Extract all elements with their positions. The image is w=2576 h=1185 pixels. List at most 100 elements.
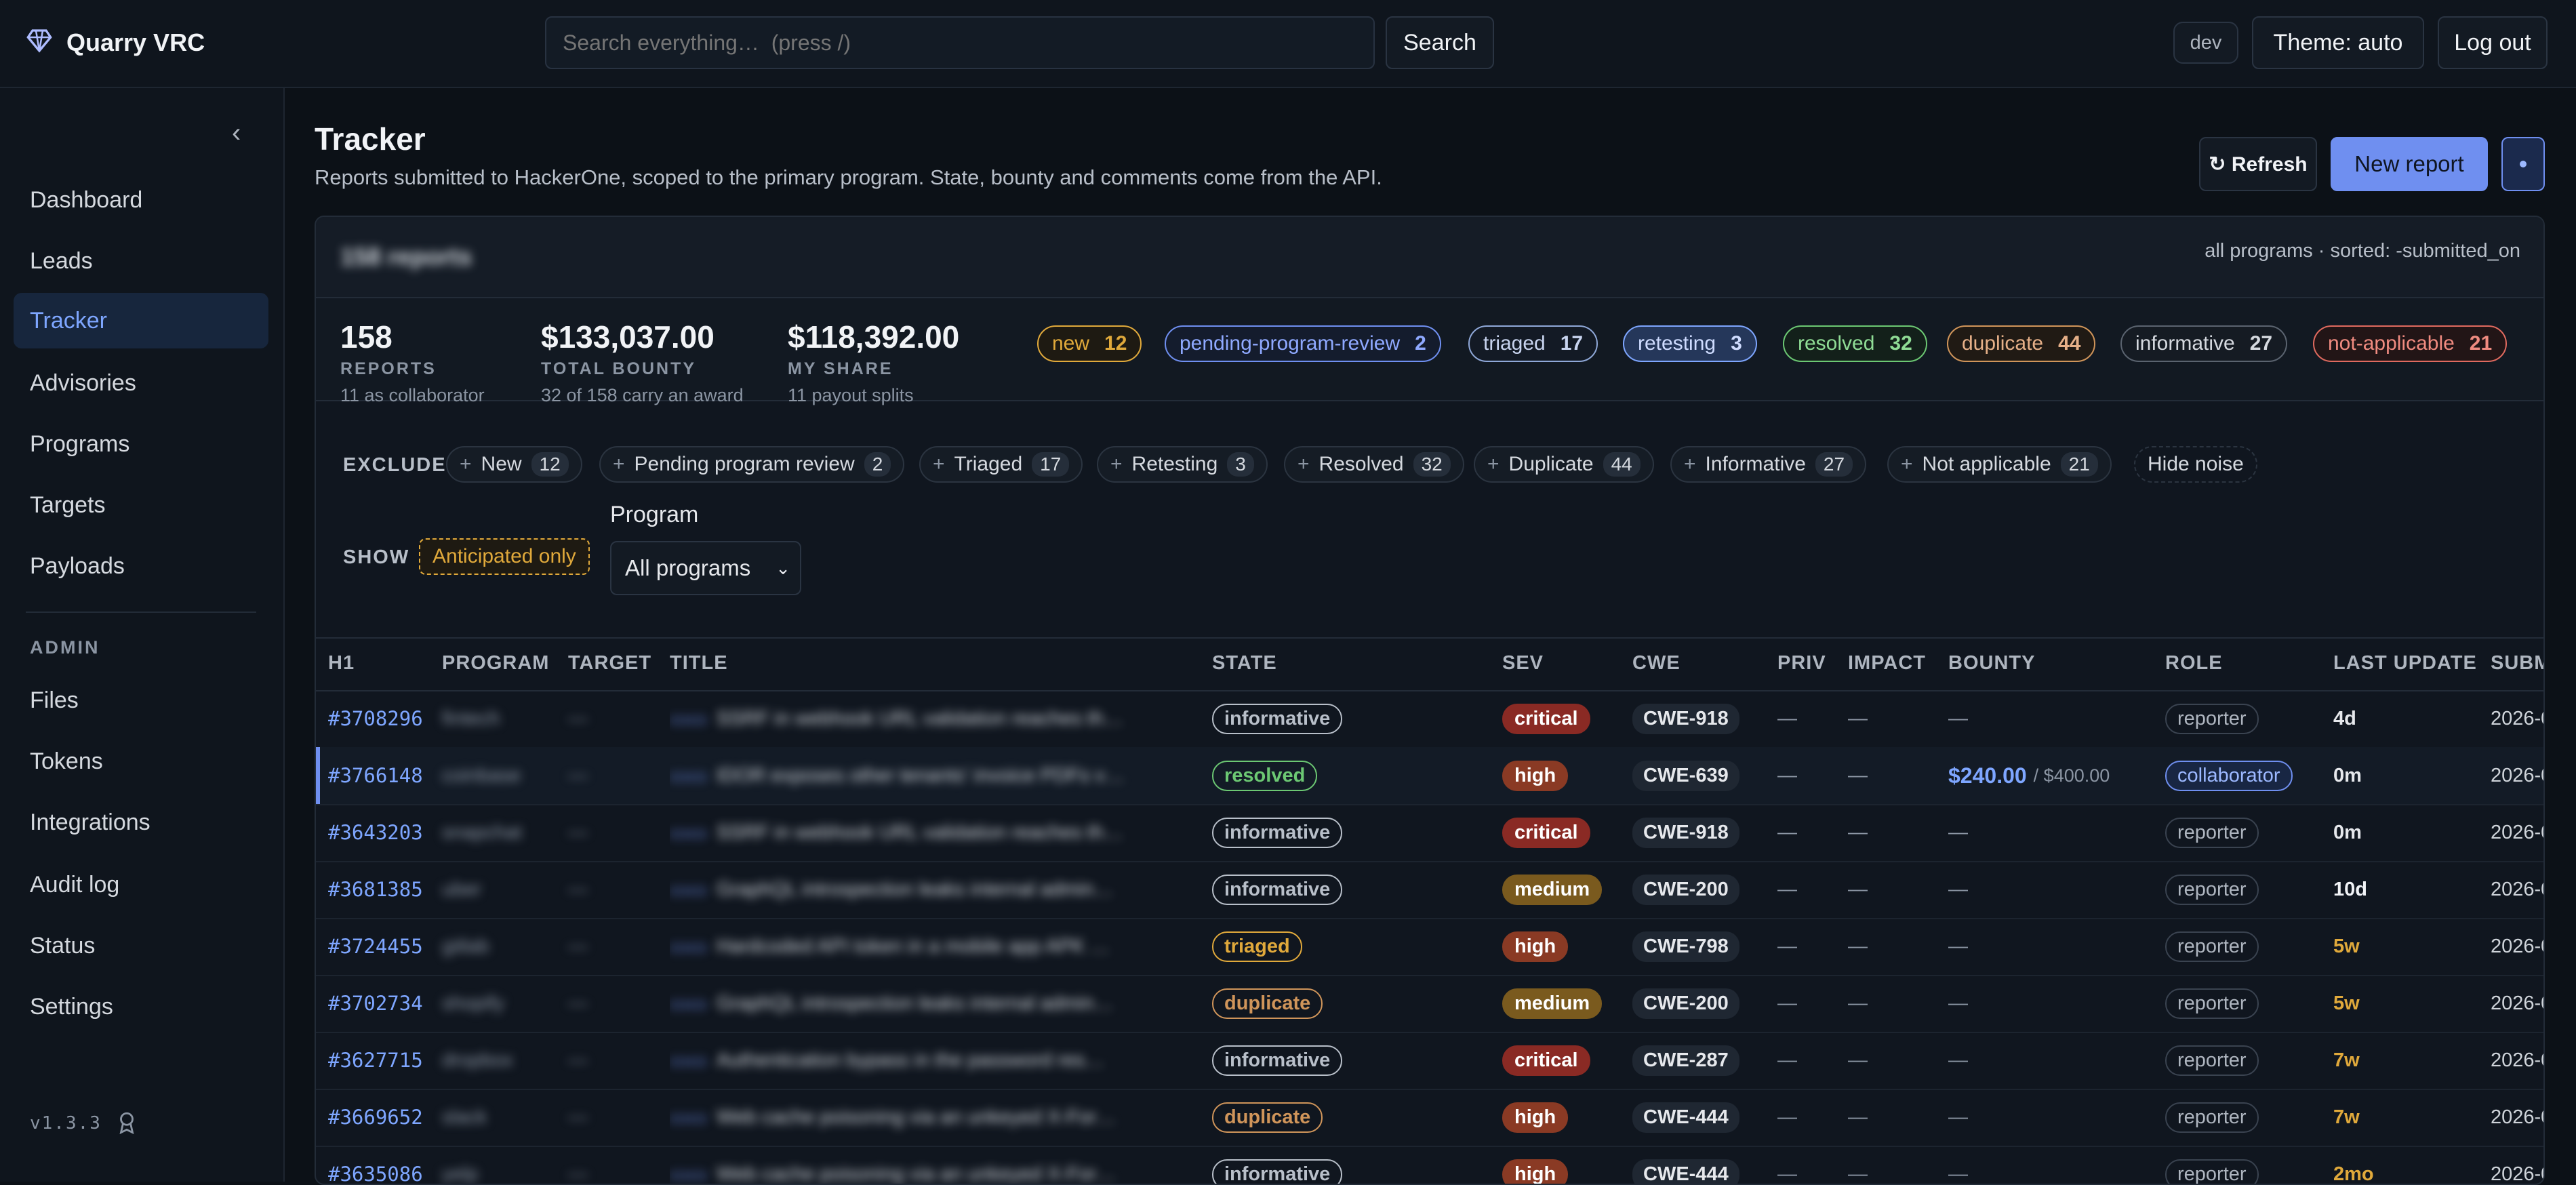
exclude-chip-not-applicable[interactable]: +Not applicable21 [1887, 446, 2112, 483]
sidebar-item-tracker[interactable]: Tracker [14, 293, 268, 348]
external-link-icon[interactable]: ▭▭ [670, 821, 707, 845]
col-submitted[interactable]: SUBMITTED [2491, 652, 2545, 675]
external-link-icon[interactable]: ▭▭ [670, 764, 707, 788]
state-pill-duplicate[interactable]: duplicate44 [1947, 325, 2095, 362]
col-impact[interactable]: IMPACT [1848, 652, 1926, 675]
col-cwe[interactable]: CWE [1632, 652, 1681, 675]
table-row[interactable]: #3724455gitlab—▭▭Hardcoded API token in … [316, 918, 2543, 976]
sidebar-item-audit-log[interactable]: Audit log [14, 857, 268, 912]
report-title-text[interactable]: Authentication bypass in the password re… [717, 1049, 1104, 1072]
report-id-link[interactable]: #3702734 [328, 975, 423, 1032]
report-title-text[interactable]: Web cache poisoning via an unkeyed X-For… [717, 1106, 1116, 1129]
external-link-icon[interactable]: ▭▭ [670, 1049, 707, 1072]
sidebar-item-advisories[interactable]: Advisories [14, 355, 268, 411]
col-role[interactable]: ROLE [2165, 652, 2223, 675]
anticipated-only-toggle[interactable]: Anticipated only [419, 538, 590, 575]
state-pill-not-applicable[interactable]: not-applicable21 [2313, 325, 2507, 362]
sidebar-item-targets[interactable]: Targets [14, 477, 268, 533]
col-priv[interactable]: PRIV [1777, 652, 1826, 675]
sidebar-item-leads[interactable]: Leads [14, 233, 268, 289]
table-row[interactable]: #3627715dropbox—▭▭Authentication bypass … [316, 1032, 2543, 1090]
badge-icon[interactable] [115, 1109, 138, 1138]
external-link-icon[interactable]: ▭▭ [670, 707, 707, 731]
exclude-chip-resolved[interactable]: +Resolved32 [1284, 446, 1464, 483]
search-input[interactable] [545, 16, 1375, 69]
report-title[interactable]: ▭▭ SSRF in webhook URL validation reaches… [670, 804, 1171, 861]
state-pill-retesting[interactable]: retesting3 [1623, 325, 1757, 362]
report-title-text[interactable]: GraphQL introspection leaks internal adm… [717, 879, 1114, 901]
table-row[interactable]: #3681385uber—▭▭GraphQL introspection lea… [316, 861, 2543, 919]
report-id-link[interactable]: #3681385 [328, 861, 423, 918]
refresh-button[interactable]: ↻ Refresh [2199, 137, 2317, 191]
table-row[interactable]: #3766148coinbase—▭▭IDOR exposes other te… [316, 747, 2543, 805]
col-last-update[interactable]: LAST UPDATE [2333, 652, 2477, 675]
report-id-link[interactable]: #3708296 [328, 690, 423, 747]
report-title-text[interactable]: SSRF in webhook URL validation reaches t… [717, 708, 1123, 730]
sidebar-item-tokens[interactable]: Tokens [14, 734, 268, 789]
col-bounty[interactable]: BOUNTY [1948, 652, 2035, 675]
report-title-text[interactable]: Hardcoded API token in a mobile app APK … [717, 936, 1110, 958]
new-report-button[interactable]: New report [2331, 137, 2488, 191]
report-title-text[interactable]: Web cache poisoning via an unkeyed X-For… [717, 1163, 1116, 1185]
sidebar-item-status[interactable]: Status [14, 918, 268, 973]
col-program[interactable]: PROGRAM [442, 652, 549, 675]
report-title-text[interactable]: SSRF in webhook URL validation reaches t… [717, 822, 1123, 844]
chevron-down-icon: ⌄ [776, 558, 790, 579]
brand[interactable]: Quarry VRC [26, 27, 205, 58]
report-title-text[interactable]: GraphQL introspection leaks internal adm… [717, 992, 1114, 1015]
state-pill-resolved[interactable]: resolved32 [1783, 325, 1927, 362]
report-id-link[interactable]: #3635086 [328, 1146, 423, 1185]
external-link-icon[interactable]: ▭▭ [670, 992, 707, 1016]
col-h1[interactable]: H1 [328, 652, 355, 675]
report-title[interactable]: ▭▭Web cache poisoning via an unkeyed X-F… [670, 1146, 1171, 1185]
program-select[interactable]: All programs ⌄ [610, 541, 801, 595]
state-pill-new[interactable]: new12 [1037, 325, 1142, 362]
exclude-chip-triaged[interactable]: +Triaged17 [919, 446, 1083, 483]
logout-button[interactable]: Log out [2438, 16, 2548, 69]
sidebar-item-payloads[interactable]: Payloads [14, 538, 268, 594]
theme-button[interactable]: Theme: auto [2252, 16, 2424, 69]
table-row[interactable]: #3702734shopify—▭▭GraphQL introspection … [316, 975, 2543, 1033]
sidebar-item-files[interactable]: Files [14, 672, 268, 728]
report-title[interactable]: ▭▭ IDOR exposes other tenants' invoice PD… [670, 747, 1171, 804]
report-id-link[interactable]: #3643203 [328, 804, 423, 861]
sidebar-item-integrations[interactable]: Integrations [14, 795, 268, 850]
report-title[interactable]: ▭▭ GraphQL introspection leaks internal a… [670, 975, 1171, 1032]
table-row[interactable]: #3669652slack—▭▭Web cache poisoning via … [316, 1089, 2543, 1147]
sidebar-item-settings[interactable]: Settings [14, 979, 268, 1035]
exclude-chip-duplicate[interactable]: +Duplicate44 [1474, 446, 1654, 483]
external-link-icon[interactable]: ▭▭ [670, 878, 707, 902]
report-title[interactable]: ▭▭ Web cache poisoning via an unkeyed X-F… [670, 1089, 1171, 1146]
sidebar-item-dashboard[interactable]: Dashboard [14, 172, 268, 228]
report-title[interactable]: ▭▭ GraphQL introspection leaks internal a… [670, 861, 1171, 918]
state-pill-pending-program-review[interactable]: pending-program-review2 [1165, 325, 1441, 362]
state-pill-informative[interactable]: informative27 [2120, 325, 2287, 362]
report-title-text[interactable]: IDOR exposes other tenants' invoice PDFs… [717, 765, 1125, 787]
collapse-chevron-icon[interactable]: ‹ [232, 118, 241, 148]
hide-noise-chip[interactable]: Hide noise [2134, 446, 2257, 483]
report-title[interactable]: ▭▭ SSRF in webhook URL validation reaches… [670, 690, 1171, 747]
col-sev[interactable]: SEV [1502, 652, 1544, 675]
report-title[interactable]: ▭▭ Authentication bypass in the password … [670, 1032, 1171, 1089]
report-id-link[interactable]: #3724455 [328, 918, 423, 975]
external-link-icon[interactable]: ▭▭ [670, 1106, 707, 1129]
search-button[interactable]: Search [1386, 16, 1494, 69]
sidebar-item-programs[interactable]: Programs [14, 416, 268, 472]
report-id-link[interactable]: #3669652 [328, 1089, 423, 1146]
table-row[interactable]: #3643203snapchat—▭▭SSRF in webhook URL v… [316, 804, 2543, 862]
report-id-link[interactable]: #3627715 [328, 1032, 423, 1089]
report-title[interactable]: ▭▭ Hardcoded API token in a mobile app AP… [670, 918, 1171, 975]
exclude-chip-retesting[interactable]: +Retesting3 [1097, 446, 1268, 483]
more-options-button[interactable] [2501, 137, 2545, 191]
col-target[interactable]: TARGET [568, 652, 651, 675]
col-title[interactable]: TITLE [670, 652, 728, 675]
external-link-icon[interactable]: ▭▭ [670, 935, 707, 959]
col-state[interactable]: STATE [1212, 652, 1277, 675]
exclude-chip-pending-program-review[interactable]: +Pending program review2 [599, 446, 904, 483]
table-row[interactable]: #3708296fintech—▭▭SSRF in webhook URL va… [316, 690, 2543, 748]
table-row[interactable]: #3635086yelp—▭▭Web cache poisoning via a… [316, 1146, 2543, 1185]
report-id-link[interactable]: #3766148 [328, 747, 423, 804]
exclude-chip-informative[interactable]: +Informative27 [1670, 446, 1866, 483]
state-pill-triaged[interactable]: triaged17 [1468, 325, 1598, 362]
exclude-chip-new[interactable]: +New12 [446, 446, 582, 483]
